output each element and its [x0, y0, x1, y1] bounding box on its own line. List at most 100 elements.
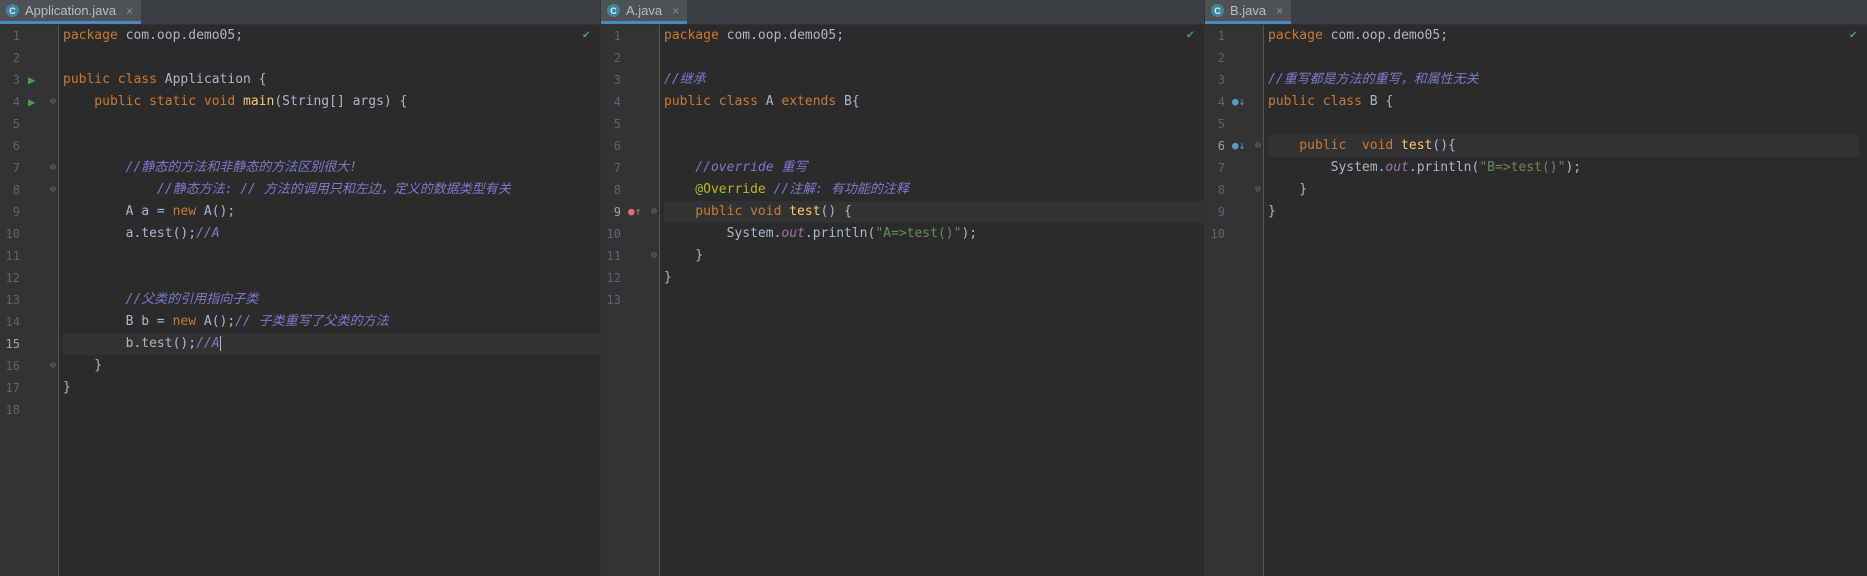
- fold-icon[interactable]: ⊖: [651, 245, 657, 267]
- line-number: 6: [12, 139, 20, 153]
- code-line: }: [664, 245, 1204, 267]
- overridden-class-icon[interactable]: ●↓: [1232, 91, 1245, 113]
- editor-pane-b: C B.java × 1 2 3 4 5 6 7 8 9 10 ●↓ ●↓ ⊖ …: [1204, 0, 1867, 576]
- code-text: (){: [1432, 138, 1456, 153]
- code-line: }: [63, 355, 600, 377]
- code-line-current: public void test(){: [1268, 135, 1867, 157]
- annotation: @Override: [664, 182, 766, 197]
- comment: //A: [196, 226, 220, 241]
- fold-icon[interactable]: ⊖: [50, 91, 56, 113]
- class-icon: C: [6, 4, 19, 17]
- code-area[interactable]: ✔ package com.oop.demo05; public class A…: [63, 25, 600, 576]
- line-number: 10: [1210, 227, 1225, 241]
- string-literal: "B=>test()": [1479, 160, 1566, 175]
- code-area[interactable]: ✔ package com.oop.demo05; //继承 public cl…: [664, 25, 1204, 576]
- line-number: 1: [12, 29, 20, 43]
- line-number: 3: [613, 73, 621, 87]
- keyword: package: [664, 28, 719, 43]
- tab-label: A.java: [626, 3, 663, 18]
- line-number: 2: [1217, 51, 1225, 65]
- comment: //静态方法: // 方法的调用只和左边，定义的数据类型有关: [63, 182, 511, 197]
- code-line: System.out.println("A=>test()");: [664, 223, 1204, 245]
- code-line: }: [1268, 179, 1867, 201]
- code-line: //静态的方法和非静态的方法区别很大!: [63, 157, 600, 179]
- line-number: 4: [12, 95, 20, 109]
- line-number: 12: [606, 271, 621, 285]
- tab-application-java[interactable]: C Application.java ×: [0, 0, 142, 24]
- fold-icon[interactable]: ⊖: [50, 355, 56, 377]
- keyword: public class: [664, 94, 758, 109]
- tab-b-java[interactable]: C B.java ×: [1205, 0, 1292, 24]
- code-text: com.oop.demo05;: [1322, 28, 1449, 43]
- code-editor[interactable]: 1 2 3 4 5 6 7 8 9 10 11 12 13 14 15 16 1…: [0, 25, 600, 576]
- comment: //注解: 有功能的注释: [765, 182, 909, 197]
- string-literal: "A=>test()": [875, 226, 962, 241]
- close-icon[interactable]: ×: [672, 4, 679, 18]
- code-editor[interactable]: 1 2 3 4 5 6 7 8 9 10 11 12 13 ●↑ ⊖ ⊖ ✔ p…: [601, 25, 1204, 576]
- gutter: 1 2 3 4 5 6 7 8 9 10 11 12 13 14 15 16 1…: [0, 25, 59, 576]
- code-text: }: [1268, 204, 1276, 219]
- line-number: 5: [1217, 117, 1225, 131]
- keyword: new: [172, 204, 197, 219]
- comment: //override 重写: [664, 160, 808, 175]
- overridden-method-icon[interactable]: ●↓: [1232, 135, 1245, 157]
- line-number: 4: [1217, 95, 1225, 109]
- line-number: 7: [613, 161, 621, 175]
- code-line: public class A extends B{: [664, 91, 1204, 113]
- code-text: A();: [196, 314, 236, 329]
- line-number: 9: [1217, 205, 1225, 219]
- code-line: }: [664, 267, 1204, 289]
- line-number: 5: [12, 117, 20, 131]
- fold-icon[interactable]: ⊖: [50, 157, 56, 179]
- fold-icon[interactable]: ⊖: [50, 179, 56, 201]
- code-text: System.: [664, 226, 782, 241]
- code-line: @Override //注解: 有功能的注释: [664, 179, 1204, 201]
- code-text: () {: [820, 204, 852, 219]
- line-number: 2: [12, 51, 20, 65]
- overrides-method-icon[interactable]: ●↑: [628, 201, 641, 223]
- line-number: 11: [5, 249, 20, 263]
- close-icon[interactable]: ×: [1276, 4, 1283, 18]
- fold-icon[interactable]: ⊖: [651, 201, 657, 223]
- tab-a-java[interactable]: C A.java ×: [601, 0, 688, 24]
- line-number: 2: [613, 51, 621, 65]
- code-text: B b =: [63, 314, 173, 329]
- code-text: );: [1565, 160, 1582, 175]
- code-line: //继承: [664, 69, 1204, 91]
- code-text: A a =: [63, 204, 173, 219]
- line-number: 8: [1217, 183, 1225, 197]
- code-text: b.test();: [63, 336, 197, 351]
- fold-icon[interactable]: ⊖: [1255, 135, 1261, 157]
- line-number-current: 6: [1217, 139, 1225, 153]
- code-text: A: [757, 94, 782, 109]
- code-text: A();: [196, 204, 236, 219]
- line-number: 8: [12, 183, 20, 197]
- vertical-scrollbar[interactable]: [1859, 25, 1867, 576]
- run-icon[interactable]: ▶: [28, 91, 35, 113]
- run-icon[interactable]: ▶: [28, 69, 35, 91]
- line-number: 1: [613, 29, 621, 43]
- line-number-current: 15: [5, 337, 20, 351]
- fold-icon[interactable]: ⊖: [1255, 179, 1261, 201]
- tab-bar: C A.java ×: [601, 0, 1204, 25]
- close-icon[interactable]: ×: [126, 4, 133, 18]
- line-number: 8: [613, 183, 621, 197]
- code-text: B {: [1361, 94, 1394, 109]
- editor-pane-a: C A.java × 1 2 3 4 5 6 7 8 9 10 11 12 13…: [600, 0, 1204, 576]
- code-line: //父类的引用指向子类: [63, 289, 600, 311]
- tab-bar: C Application.java ×: [0, 0, 600, 25]
- line-number-current: 9: [613, 205, 621, 219]
- line-number: 10: [5, 227, 20, 241]
- keyword: new: [172, 314, 197, 329]
- keyword: public class: [63, 72, 157, 87]
- line-number: 4: [613, 95, 621, 109]
- code-editor[interactable]: 1 2 3 4 5 6 7 8 9 10 ●↓ ●↓ ⊖ ⊖ ✔ package…: [1205, 25, 1867, 576]
- method-name: main: [235, 94, 275, 109]
- code-line: B b = new A();// 子类重写了父类的方法: [63, 311, 600, 333]
- code-line: public class B {: [1268, 91, 1867, 113]
- editor-pane-application: C Application.java × 1 2 3 4 5 6 7 8 9 1…: [0, 0, 600, 576]
- keyword: extends: [781, 94, 837, 109]
- code-text: B{: [836, 94, 860, 109]
- code-area[interactable]: ✔ package com.oop.demo05; //重写都是方法的重写，和属…: [1268, 25, 1867, 576]
- code-line: public class Application {: [63, 69, 600, 91]
